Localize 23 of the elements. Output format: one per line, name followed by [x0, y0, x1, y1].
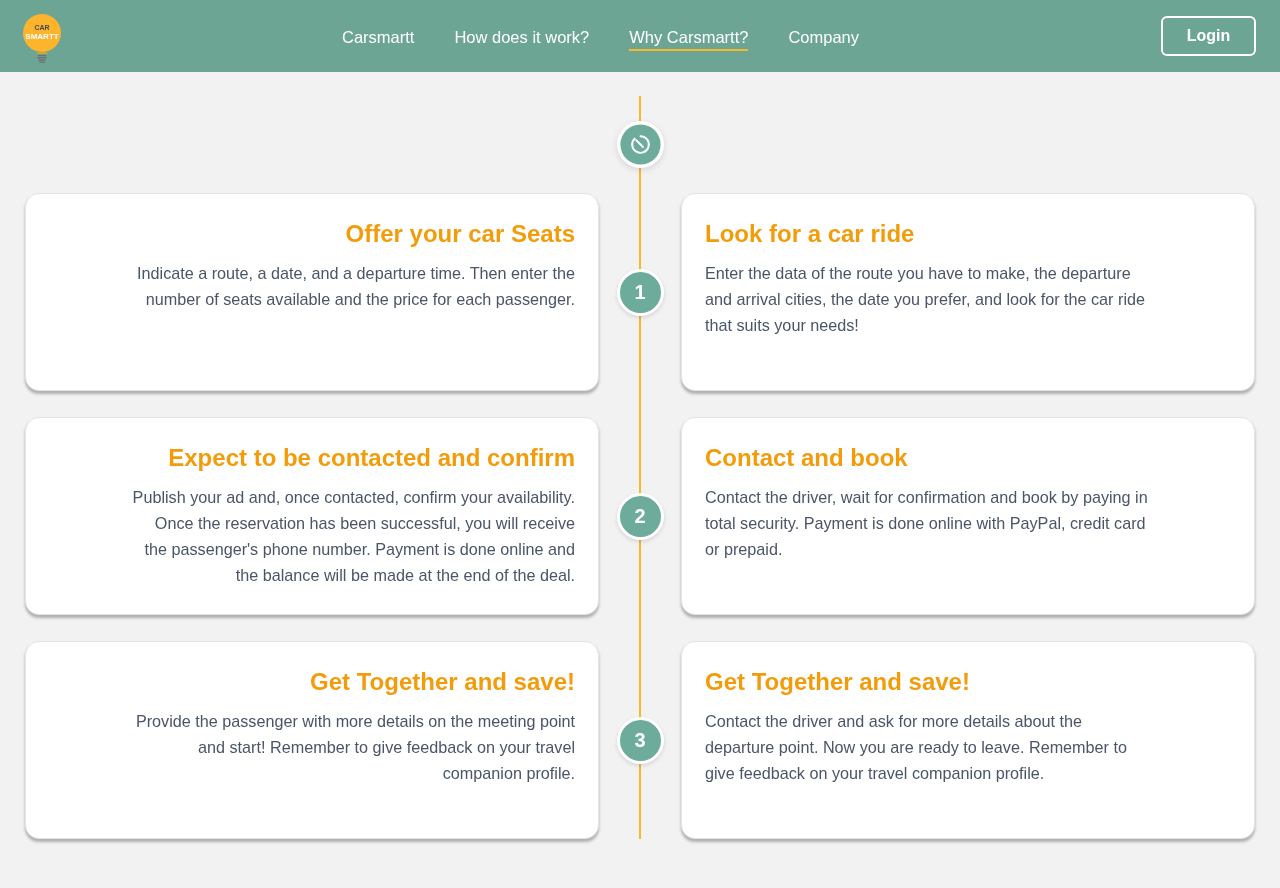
card-description: Indicate a route, a date, and a departure time. Then enter the number of seats available and the price for each passenger.: [136, 263, 575, 310]
card-description: Publish your ad and, once contacted, confirm your availability. Once the reservation has been successful, you will receive the passenger's phone number. Payment is done online and the balance will be made at the end of the deal.: [131, 487, 575, 586]
card-title: Get Together and save!: [705, 667, 970, 697]
logo-text: SMARTT: [25, 32, 59, 41]
card-description: Provide the passenger with more details on the meeting point and start! Remember to give feedback on your travel companion profile.: [134, 711, 575, 784]
card-description: Contact the driver, wait for confirmation and book by paying in total security. Payment is done online with PayPal, credit card or prepaid.: [705, 487, 1149, 560]
card-title: Expect to be contacted and confirm: [168, 443, 575, 473]
card-description: Enter the data of the route you have to make, the departure and arrival cities, the date you prefer, and look for the car ride that suits your needs!: [705, 263, 1146, 336]
card-title: Look for a car ride: [705, 219, 915, 249]
bulb-base-icon: [35, 51, 49, 63]
nav-link[interactable]: Company: [788, 25, 860, 51]
card-title: Offer your car Seats: [345, 219, 575, 249]
card-description: Contact the driver and ask for more details about the departure point. Now you are ready to leave. Remember to give feedback on your travel companion profile.: [705, 711, 1128, 784]
nav-link[interactable]: Carsmartt: [342, 25, 415, 51]
card-title: Contact and book: [705, 443, 908, 473]
step-number: 2: [616, 492, 664, 540]
card-title: Get Together and save!: [310, 667, 575, 697]
nav-link[interactable]: Why Carsmartt?: [629, 25, 749, 51]
clock-icon: [616, 121, 664, 168]
step-number: 1: [616, 268, 664, 316]
nav-link[interactable]: How does it work?: [454, 25, 590, 51]
login-button[interactable]: Login: [1161, 16, 1256, 56]
step-number: 3: [616, 716, 664, 764]
